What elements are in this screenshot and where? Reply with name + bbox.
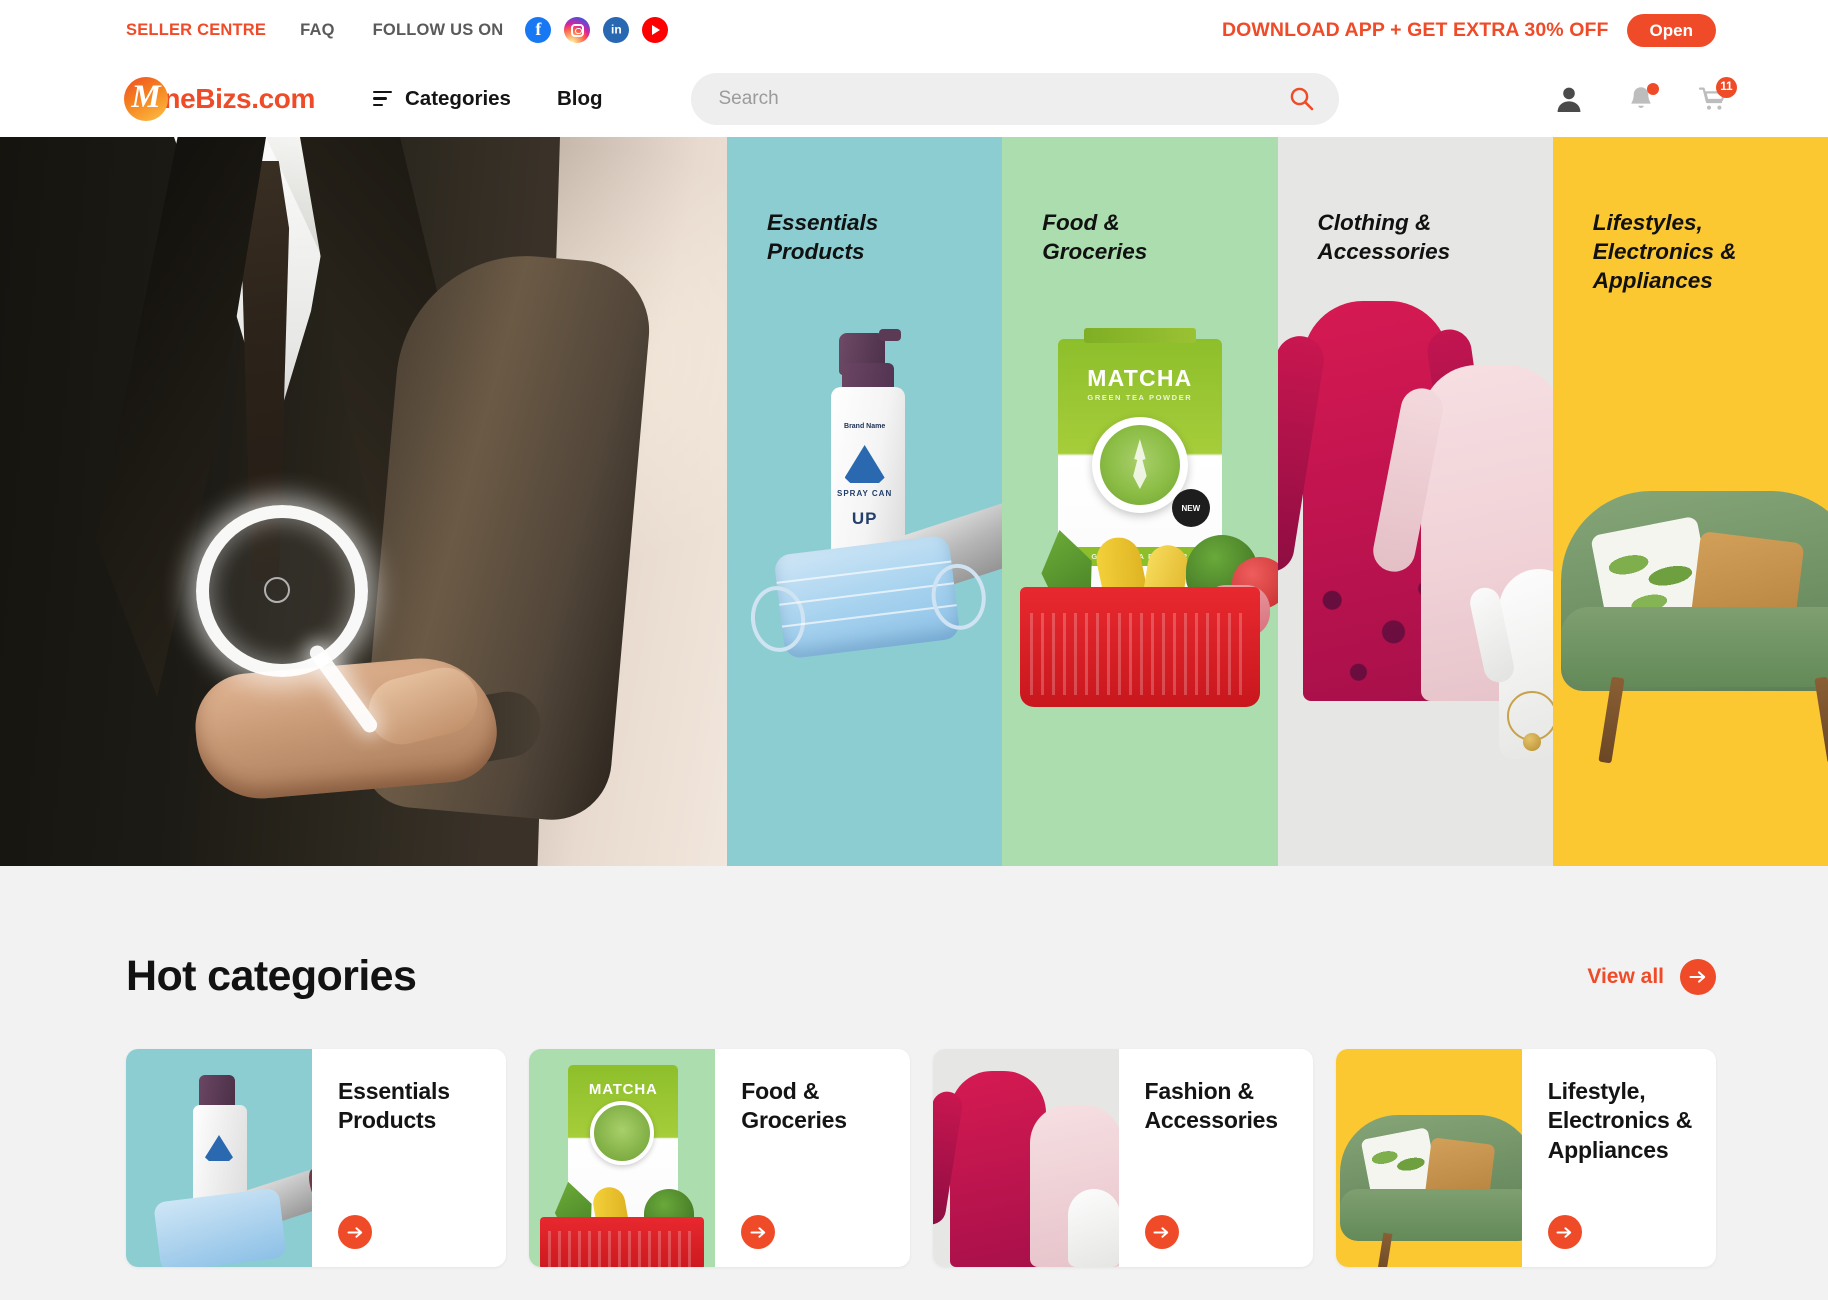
logo-mark-icon: M: [124, 76, 168, 121]
top-utility-bar: SELLER CENTRE FAQ FOLLOW US ON DOWNLOAD …: [0, 0, 1828, 60]
spray-can-nozzle: [878, 329, 901, 341]
social-links: [525, 17, 669, 43]
follow-us-label: FOLLOW US ON: [372, 20, 504, 39]
hero-panel-essentials[interactable]: Essentials Products Brand Name SPRAY CAN…: [727, 137, 1003, 866]
mask-pleat: [781, 604, 957, 628]
nav-categories-label: Categories: [404, 86, 511, 110]
hero-panel-clothing[interactable]: Clothing & Accessories: [1277, 137, 1553, 866]
notifications-badge-dot: [1647, 82, 1659, 95]
category-card-title: Fashion & Accessories: [1144, 1078, 1279, 1134]
spray-can-label-text: SPRAY CAN: [837, 489, 893, 498]
category-card-body: Food & Groceries: [715, 1049, 909, 1267]
spray-can-brand-text: Brand Name: [844, 423, 886, 430]
hero-panel-food-label: Food & Groceries: [1042, 210, 1148, 264]
search-input[interactable]: [718, 87, 1289, 110]
hero-panel-essentials-label: Essentials Products: [767, 210, 879, 264]
nav-blog-label: Blog: [556, 86, 603, 110]
page-title: Hot categories: [126, 952, 417, 1000]
youtube-icon[interactable]: [642, 17, 669, 43]
arrow-right-icon[interactable]: [338, 1215, 372, 1249]
category-card-body: Essentials Products: [312, 1049, 506, 1267]
notifications-icon[interactable]: [1626, 82, 1659, 114]
linkedin-icon[interactable]: [603, 17, 630, 43]
mask-pleat: [776, 560, 952, 584]
nav-categories[interactable]: Categories: [372, 86, 511, 111]
shopping-basket: [1019, 587, 1260, 707]
category-card-image: [932, 1049, 1119, 1267]
category-card-title: Lifestyle, Electronics & Appliances: [1547, 1078, 1693, 1163]
seller-centre-link[interactable]: SELLER CENTRE: [126, 21, 266, 40]
face-mask: [153, 1187, 287, 1267]
shopping-basket: [540, 1217, 705, 1267]
faq-link[interactable]: FAQ: [300, 21, 335, 40]
hot-categories-header: Hot categories View all: [126, 866, 1716, 1001]
site-logo[interactable]: M ineBizs.com: [124, 76, 315, 121]
hot-categories-cards: Essentials Products MATCHA Food & Grocer…: [126, 1049, 1716, 1267]
mannequin-hand: [1067, 1189, 1119, 1267]
category-card-essentials[interactable]: Essentials Products: [126, 1049, 507, 1267]
hero-main-image[interactable]: [0, 137, 727, 866]
view-all-label: View all: [1587, 964, 1664, 988]
hot-categories-section: Hot categories View all Essentials Produ…: [0, 866, 1828, 1300]
category-card-image: [1335, 1049, 1522, 1267]
category-card-lifestyle[interactable]: Lifestyle, Electronics & Appliances: [1335, 1049, 1716, 1267]
necklace-accessory: [1507, 691, 1553, 751]
hero-panel-lifestyle-label: Lifestyles, Electronics & Appliances: [1592, 210, 1737, 293]
sofa-seat: [1339, 1189, 1522, 1241]
face-mask: [772, 534, 961, 660]
main-header: M ineBizs.com Categories Blog Search 11: [0, 60, 1828, 137]
sofa-seat: [1560, 607, 1828, 687]
facebook-icon[interactable]: [525, 17, 552, 43]
arrow-right-icon[interactable]: [741, 1215, 776, 1249]
promo-area: DOWNLOAD APP + GET EXTRA 30% OFF Open: [1221, 13, 1716, 47]
nav-blog[interactable]: Blog: [557, 87, 603, 111]
top-links: SELLER CENTRE FAQ FOLLOW US ON: [126, 17, 669, 43]
primary-nav: Categories Blog: [372, 86, 603, 111]
header-icon-group: 11: [1554, 76, 1737, 114]
instagram-icon[interactable]: [564, 17, 591, 43]
logo-mark-letter: M: [131, 79, 161, 115]
arrow-right-icon[interactable]: [1680, 958, 1716, 995]
category-card-food[interactable]: MATCHA Food & Groceries: [529, 1049, 910, 1267]
arrow-right-icon[interactable]: [1144, 1215, 1179, 1249]
arrow-right-icon[interactable]: [1547, 1215, 1582, 1249]
matcha-new-badge: NEW: [1171, 489, 1210, 527]
search-bar[interactable]: [690, 72, 1339, 125]
hamburger-icon: [372, 90, 392, 107]
category-card-image: [126, 1049, 312, 1267]
cart-icon[interactable]: 11: [1698, 76, 1737, 114]
hero-panel-lifestyle[interactable]: Lifestyles, Electronics & Appliances: [1552, 137, 1828, 866]
matcha-sub-text: GREEN TEA POWDER: [1087, 393, 1193, 402]
hero-panel-clothing-label: Clothing & Accessories: [1317, 210, 1451, 264]
matcha-brand-text: MATCHA: [1087, 365, 1193, 391]
category-card-title: Essentials Products: [338, 1078, 450, 1134]
account-icon[interactable]: [1554, 84, 1584, 114]
mask-pleat: [778, 582, 954, 606]
hero-panel-food[interactable]: Food & Groceries MATCHA GREEN TEA POWDER…: [1002, 137, 1278, 866]
logo-text: ineBizs.com: [156, 82, 315, 114]
category-card-body: Lifestyle, Electronics & Appliances: [1522, 1049, 1716, 1267]
open-app-button[interactable]: Open: [1626, 13, 1716, 47]
search-icon[interactable]: [1289, 86, 1315, 112]
download-app-promo-text: DOWNLOAD APP + GET EXTRA 30% OFF: [1221, 18, 1609, 41]
cart-badge-count: 11: [1716, 76, 1737, 98]
category-card-title: Food & Groceries: [741, 1078, 847, 1134]
category-card-body: Fashion & Accessories: [1119, 1049, 1313, 1267]
category-card-fashion[interactable]: Fashion & Accessories: [932, 1049, 1313, 1267]
matcha-brand-text: MATCHA: [588, 1081, 658, 1098]
category-card-image: MATCHA: [529, 1049, 716, 1267]
spray-can-word-text: UP: [851, 509, 878, 528]
hero-banner: Essentials Products Brand Name SPRAY CAN…: [0, 137, 1828, 866]
matcha-bowl-image: [590, 1101, 655, 1165]
magnifier-lens-icon: [196, 505, 368, 677]
sofa-leg-right: [1814, 676, 1828, 764]
view-all-link[interactable]: View all: [1587, 958, 1716, 995]
